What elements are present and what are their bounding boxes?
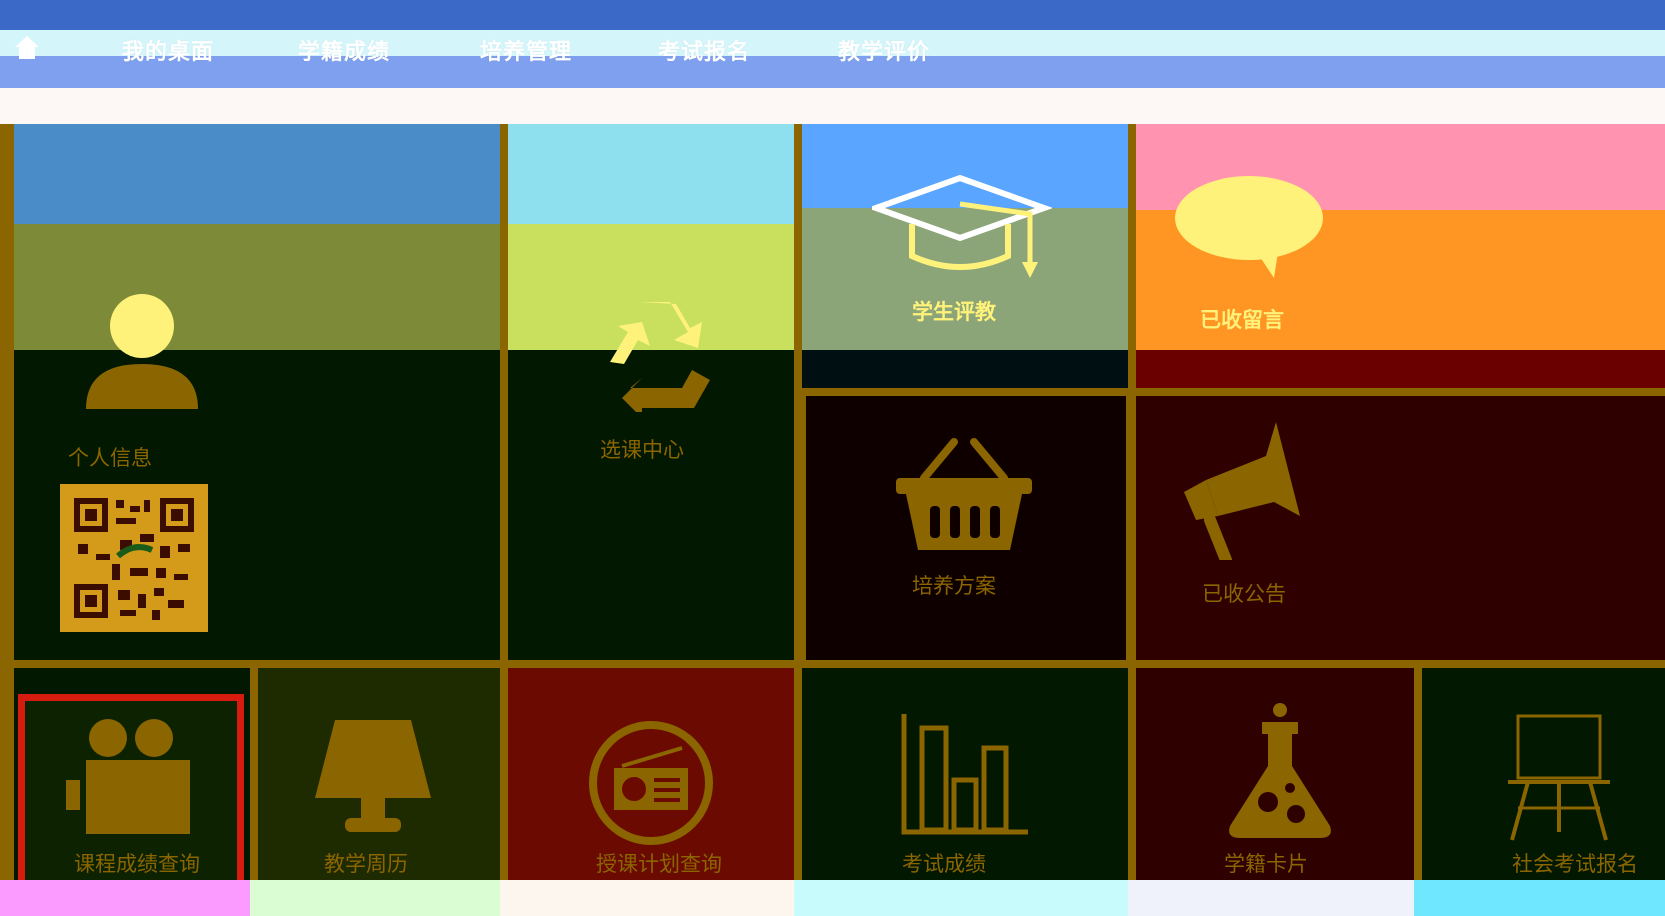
tile-teaching-plan[interactable]: 授课计划查询: [508, 668, 794, 880]
content-top-band: [0, 88, 1665, 124]
speech-bubble-icon: [1174, 174, 1324, 284]
topbar-stripe: [0, 0, 1665, 30]
nav-item-teaching-evaluation[interactable]: 教学评价: [838, 34, 930, 66]
flask-icon: [1220, 702, 1340, 842]
tile-program-plan[interactable]: 培养方案: [806, 396, 1126, 660]
megaphone-icon: [1176, 420, 1316, 566]
tile-social-exam[interactable]: 社会考试报名: [1422, 668, 1665, 880]
tile-course-grades[interactable]: 课程成绩查询: [14, 668, 250, 880]
main-nav: 我的桌面 学籍成绩 培养管理 考试报名 教学评价: [0, 28, 1665, 68]
tile-teaching-plan-label: 授课计划查询: [596, 852, 722, 876]
tile-program-plan-label: 培养方案: [912, 574, 996, 598]
tile-student-card[interactable]: 学籍卡片: [1136, 668, 1414, 880]
bottom-strip-5: [1128, 880, 1414, 916]
nav-item-exam-registration[interactable]: 考试报名: [658, 34, 750, 66]
nav-item-my-desktop[interactable]: 我的桌面: [122, 34, 214, 66]
tile-messages-label: 已收留言: [1200, 308, 1284, 332]
bar-chart-icon: [900, 710, 1030, 840]
bottom-strip-4: [794, 880, 1128, 916]
bottom-strip-1: [0, 880, 250, 916]
lamp-icon: [313, 718, 433, 838]
tile-student-eval[interactable]: 学生评教: [802, 124, 1128, 388]
tile-announcements-label: 已收公告: [1202, 582, 1286, 606]
radio-icon: [586, 718, 716, 848]
tile-top-color: [14, 124, 500, 224]
tile-course-grades-label: 课程成绩查询: [74, 852, 200, 876]
home-icon[interactable]: [12, 32, 42, 62]
video-camera-icon: [64, 718, 194, 838]
tile-social-exam-label: 社会考试报名: [1512, 852, 1638, 876]
tile-teaching-calendar-label: 教学周历: [324, 852, 408, 876]
tile-announcements[interactable]: 已收公告: [1136, 396, 1665, 660]
tile-course-select[interactable]: 选课中心: [508, 124, 794, 660]
tile-teaching-calendar[interactable]: 教学周历: [258, 668, 500, 880]
bottom-strip-6: [1414, 880, 1665, 916]
tile-messages[interactable]: 已收留言: [1136, 124, 1665, 388]
tile-profile[interactable]: 个人信息: [14, 124, 500, 660]
nav-item-training-management[interactable]: 培养管理: [480, 34, 572, 66]
bottom-strip-3: [500, 880, 794, 916]
nav-item-status-grades[interactable]: 学籍成绩: [298, 34, 390, 66]
tile-student-eval-label: 学生评教: [912, 300, 996, 324]
tile-student-card-label: 学籍卡片: [1224, 852, 1308, 876]
top-navigation-bar: 我的桌面 学籍成绩 培养管理 考试报名 教学评价: [0, 0, 1665, 88]
easel-icon: [1504, 712, 1614, 842]
bottom-strip-2: [250, 880, 500, 916]
tile-profile-label: 个人信息: [68, 446, 152, 470]
recycle-icon: [590, 292, 720, 418]
tile-top-color: [508, 124, 794, 224]
tile-exam-grades[interactable]: 考试成绩: [802, 668, 1128, 880]
tile-course-select-label: 选课中心: [600, 438, 684, 462]
tile-exam-grades-label: 考试成绩: [902, 852, 986, 876]
qr-code-icon: [60, 484, 208, 632]
graduation-cap-icon: [867, 174, 1053, 294]
basket-icon: [894, 434, 1034, 554]
user-icon: [72, 294, 212, 424]
